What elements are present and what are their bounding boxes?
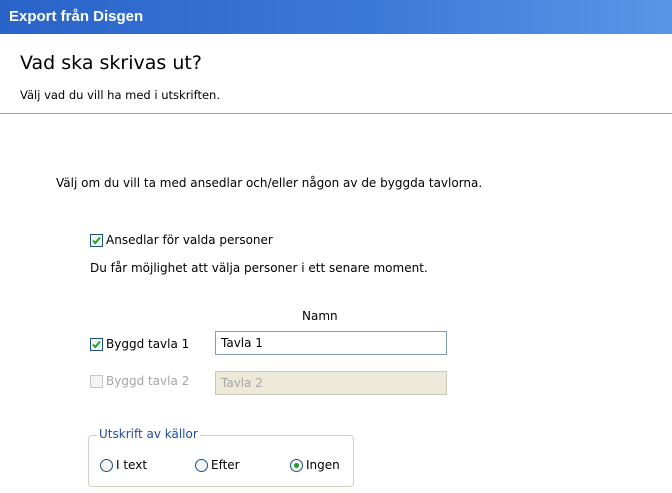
radio-i-text[interactable]	[100, 459, 113, 472]
intro-text: Välj om du vill ta med ansedlar och/elle…	[56, 176, 483, 190]
window-titlebar: Export från Disgen	[0, 0, 672, 34]
page-title: Vad ska skrivas ut?	[20, 52, 202, 74]
export-window: Export från Disgen Vad ska skrivas ut? V…	[0, 0, 672, 493]
tavla2-checkbox[interactable]	[90, 375, 103, 388]
radio-efter[interactable]	[195, 459, 208, 472]
radio-ingen[interactable]	[290, 459, 303, 472]
checkmark-icon	[92, 340, 101, 349]
ansedlar-checkbox[interactable]	[90, 234, 103, 247]
tavla2-name-input[interactable]: Tavla 2	[215, 371, 447, 395]
checkmark-icon	[92, 236, 101, 245]
tavla1-checkbox[interactable]	[90, 338, 103, 351]
tavla1-label[interactable]: Byggd tavla 1	[106, 337, 189, 351]
sources-group-legend: Utskrift av källor	[97, 427, 200, 441]
radio-efter-label[interactable]: Efter	[211, 458, 240, 472]
wizard-content: Välj om du vill ta med ansedlar och/elle…	[0, 115, 672, 493]
ansedlar-hint: Du får möjlighet att välja personer i et…	[90, 261, 428, 275]
radio-ingen-label[interactable]: Ingen	[306, 458, 340, 472]
radio-i-text-label[interactable]: I text	[116, 458, 147, 472]
ansedlar-label[interactable]: Ansedlar för valda personer	[106, 233, 273, 247]
name-column-header: Namn	[302, 309, 338, 323]
tavla2-label[interactable]: Byggd tavla 2	[106, 374, 189, 388]
page-subtitle: Välj vad du vill ha med i utskriften.	[20, 88, 220, 102]
tavla1-name-input[interactable]: Tavla 1	[215, 331, 447, 355]
radio-selected-dot	[294, 463, 299, 468]
